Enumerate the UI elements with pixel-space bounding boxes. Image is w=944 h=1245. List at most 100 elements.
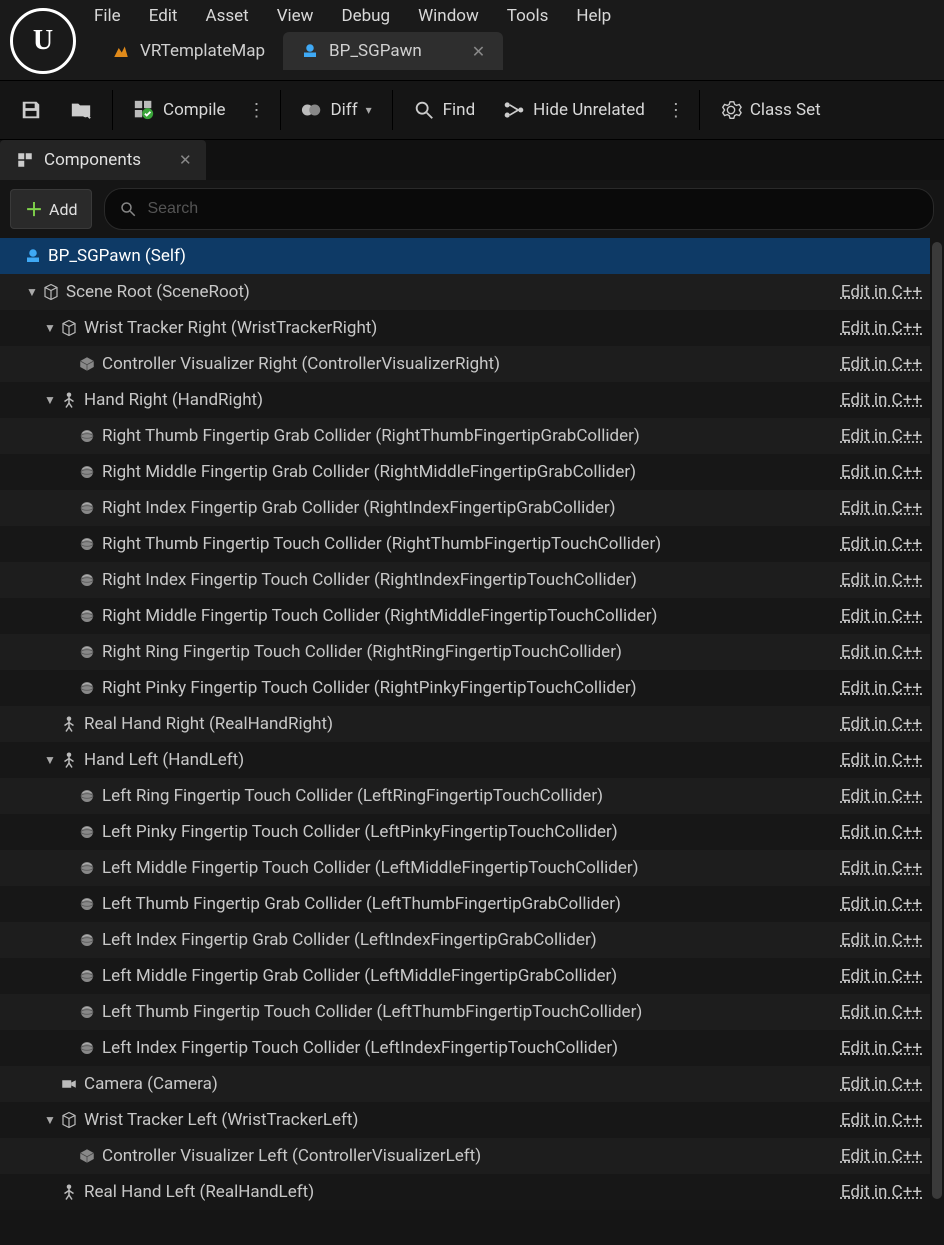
- components-tab[interactable]: Components ✕: [0, 140, 206, 180]
- compile-label: Compile: [163, 100, 226, 120]
- compile-button[interactable]: Compile: [121, 93, 238, 127]
- tree-row[interactable]: Controller Visualizer Right (ControllerV…: [0, 346, 930, 382]
- tree-row[interactable]: Controller Visualizer Left (ControllerVi…: [0, 1138, 930, 1174]
- components-label: Components: [44, 150, 141, 170]
- tree-row[interactable]: ▼Hand Left (HandLeft)Edit in C++: [0, 742, 930, 778]
- edit-in-cpp-link[interactable]: Edit in C++: [841, 750, 922, 770]
- tree-row[interactable]: Right Index Fingertip Grab Collider (Rig…: [0, 490, 930, 526]
- tree-row[interactable]: Right Thumb Fingertip Grab Collider (Rig…: [0, 418, 930, 454]
- tree-row[interactable]: Left Middle Fingertip Touch Collider (Le…: [0, 850, 930, 886]
- menu-window[interactable]: Window: [418, 6, 479, 26]
- tree-row[interactable]: Right Middle Fingertip Touch Collider (R…: [0, 598, 930, 634]
- scrollbar-thumb[interactable]: [932, 242, 942, 1199]
- edit-in-cpp-link[interactable]: Edit in C++: [841, 426, 922, 446]
- class-settings-label: Class Set: [750, 100, 821, 120]
- edit-in-cpp-link[interactable]: Edit in C++: [841, 1038, 922, 1058]
- edit-in-cpp-link[interactable]: Edit in C++: [841, 1182, 922, 1202]
- tree-row-label: BP_SGPawn (Self): [48, 246, 922, 266]
- edit-in-cpp-link[interactable]: Edit in C++: [841, 282, 922, 302]
- search-field[interactable]: [104, 188, 934, 230]
- unreal-logo-icon: U: [10, 8, 76, 74]
- find-icon: [413, 99, 435, 121]
- tree-row[interactable]: Left Pinky Fingertip Touch Collider (Lef…: [0, 814, 930, 850]
- close-icon[interactable]: ✕: [179, 151, 192, 169]
- edit-in-cpp-link[interactable]: Edit in C++: [841, 1146, 922, 1166]
- edit-in-cpp-link[interactable]: Edit in C++: [841, 318, 922, 338]
- edit-in-cpp-link[interactable]: Edit in C++: [841, 966, 922, 986]
- tree-row[interactable]: Real Hand Right (RealHandRight)Edit in C…: [0, 706, 930, 742]
- tree-row[interactable]: ▼Scene Root (SceneRoot)Edit in C++: [0, 274, 930, 310]
- sphere-icon: [76, 535, 98, 553]
- tree-row[interactable]: Left Index Fingertip Grab Collider (Left…: [0, 922, 930, 958]
- tree-row-label: Controller Visualizer Left (ControllerVi…: [102, 1146, 833, 1166]
- compile-icon: [133, 99, 155, 121]
- edit-in-cpp-link[interactable]: Edit in C++: [841, 858, 922, 878]
- tree-row[interactable]: Left Middle Fingertip Grab Collider (Lef…: [0, 958, 930, 994]
- edit-in-cpp-link[interactable]: Edit in C++: [841, 390, 922, 410]
- tree-row-label: Left Middle Fingertip Grab Collider (Lef…: [102, 966, 833, 986]
- menu-help[interactable]: Help: [576, 6, 611, 26]
- expand-arrow-icon[interactable]: ▼: [24, 285, 40, 299]
- edit-in-cpp-link[interactable]: Edit in C++: [841, 462, 922, 482]
- expand-arrow-icon[interactable]: ▼: [42, 321, 58, 335]
- edit-in-cpp-link[interactable]: Edit in C++: [841, 1110, 922, 1130]
- edit-in-cpp-link[interactable]: Edit in C++: [841, 498, 922, 518]
- expand-arrow-icon[interactable]: ▼: [42, 393, 58, 407]
- panel-tabbar: Components ✕: [0, 140, 944, 180]
- edit-in-cpp-link[interactable]: Edit in C++: [841, 678, 922, 698]
- sphere-icon: [76, 643, 98, 661]
- edit-in-cpp-link[interactable]: Edit in C++: [841, 534, 922, 554]
- edit-in-cpp-link[interactable]: Edit in C++: [841, 786, 922, 806]
- tree-row[interactable]: ▼Wrist Tracker Left (WristTrackerLeft)Ed…: [0, 1102, 930, 1138]
- tree-row[interactable]: Left Thumb Fingertip Touch Collider (Lef…: [0, 994, 930, 1030]
- tree-row[interactable]: Camera (Camera)Edit in C++: [0, 1066, 930, 1102]
- edit-in-cpp-link[interactable]: Edit in C++: [841, 822, 922, 842]
- edit-in-cpp-link[interactable]: Edit in C++: [841, 570, 922, 590]
- sphere-icon: [76, 679, 98, 697]
- hide-options-icon[interactable]: ⋮: [661, 100, 691, 121]
- edit-in-cpp-link[interactable]: Edit in C++: [841, 354, 922, 374]
- doc-tab-vrtemplatemap[interactable]: VRTemplateMap: [94, 32, 283, 70]
- edit-in-cpp-link[interactable]: Edit in C++: [841, 606, 922, 626]
- edit-in-cpp-link[interactable]: Edit in C++: [841, 1002, 922, 1022]
- edit-in-cpp-link[interactable]: Edit in C++: [841, 642, 922, 662]
- class-settings-button[interactable]: Class Set: [708, 93, 833, 127]
- scrollbar[interactable]: [932, 242, 942, 1245]
- edit-in-cpp-link[interactable]: Edit in C++: [841, 930, 922, 950]
- expand-arrow-icon[interactable]: ▼: [42, 1113, 58, 1127]
- menu-view[interactable]: View: [277, 6, 314, 26]
- compile-options-icon[interactable]: ⋮: [242, 100, 272, 121]
- expand-arrow-icon[interactable]: ▼: [42, 753, 58, 767]
- tree-row[interactable]: ▼Hand Right (HandRight)Edit in C++: [0, 382, 930, 418]
- doc-tab-bp_sgpawn[interactable]: BP_SGPawn✕: [283, 32, 503, 70]
- tree-row[interactable]: Right Index Fingertip Touch Collider (Ri…: [0, 562, 930, 598]
- tree-row[interactable]: Left Index Fingertip Touch Collider (Lef…: [0, 1030, 930, 1066]
- document-tabs: VRTemplateMapBP_SGPawn✕: [86, 30, 944, 70]
- tree-row[interactable]: Right Pinky Fingertip Touch Collider (Ri…: [0, 670, 930, 706]
- tree-row[interactable]: Left Ring Fingertip Touch Collider (Left…: [0, 778, 930, 814]
- tree-row[interactable]: Right Middle Fingertip Grab Collider (Ri…: [0, 454, 930, 490]
- hide-unrelated-button[interactable]: Hide Unrelated: [491, 93, 657, 127]
- edit-in-cpp-link[interactable]: Edit in C++: [841, 1074, 922, 1094]
- tree-row[interactable]: Left Thumb Fingertip Grab Collider (Left…: [0, 886, 930, 922]
- browse-icon[interactable]: [58, 93, 104, 127]
- menu-file[interactable]: File: [94, 6, 121, 26]
- search-input[interactable]: [145, 199, 919, 219]
- tree-row[interactable]: ▼Wrist Tracker Right (WristTrackerRight)…: [0, 310, 930, 346]
- diff-button[interactable]: Diff ▾: [289, 93, 384, 127]
- find-button[interactable]: Find: [401, 93, 488, 127]
- tree-row[interactable]: Right Ring Fingertip Touch Collider (Rig…: [0, 634, 930, 670]
- tree-row[interactable]: BP_SGPawn (Self): [0, 238, 930, 274]
- edit-in-cpp-link[interactable]: Edit in C++: [841, 894, 922, 914]
- tree-row-label: Right Index Fingertip Grab Collider (Rig…: [102, 498, 833, 518]
- menu-debug[interactable]: Debug: [341, 6, 390, 26]
- save-icon[interactable]: [8, 93, 54, 127]
- menu-asset[interactable]: Asset: [205, 6, 248, 26]
- tree-row[interactable]: Right Thumb Fingertip Touch Collider (Ri…: [0, 526, 930, 562]
- menu-edit[interactable]: Edit: [149, 6, 178, 26]
- add-button[interactable]: ＋ Add: [10, 189, 92, 229]
- close-icon[interactable]: ✕: [472, 42, 485, 61]
- menu-tools[interactable]: Tools: [507, 6, 549, 26]
- tree-row[interactable]: Real Hand Left (RealHandLeft)Edit in C++: [0, 1174, 930, 1210]
- edit-in-cpp-link[interactable]: Edit in C++: [841, 714, 922, 734]
